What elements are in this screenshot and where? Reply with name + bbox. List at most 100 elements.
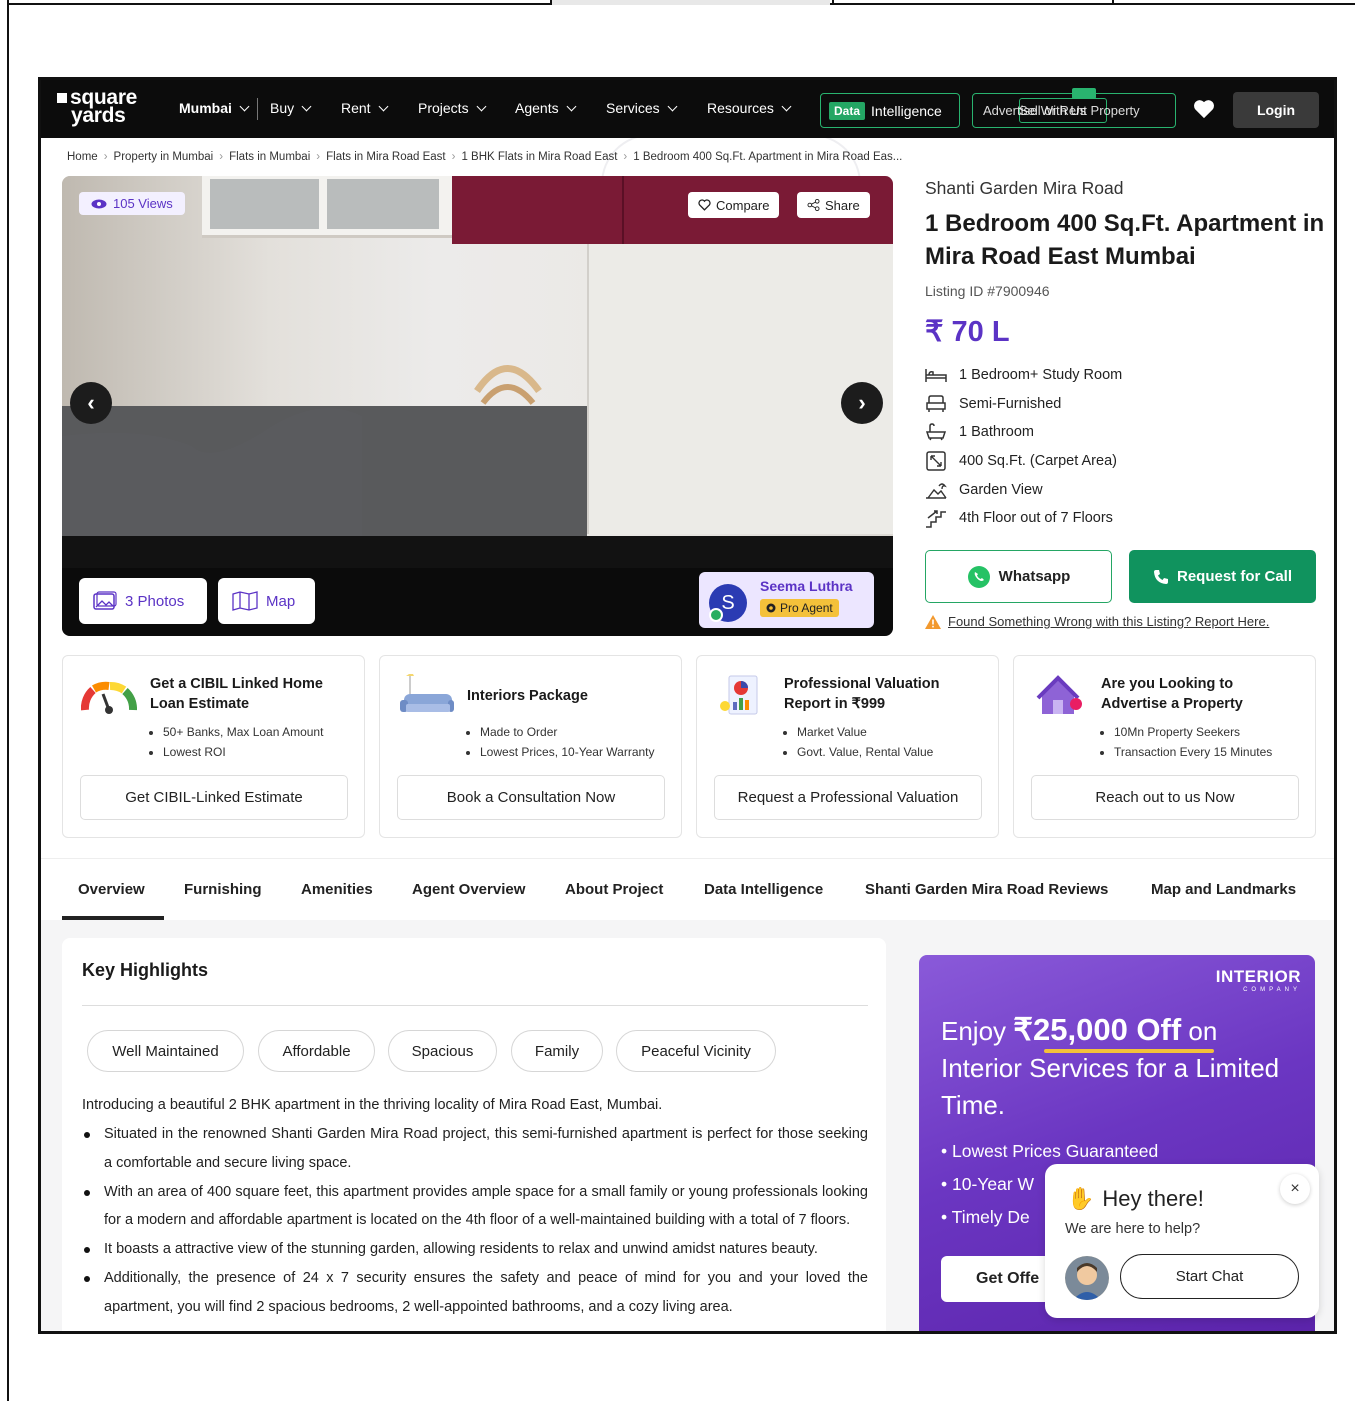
listing-info: Shanti Garden Mira Road 1 Bedroom 400 Sq… <box>925 178 1325 533</box>
project-name[interactable]: Shanti Garden Mira Road <box>925 178 1325 199</box>
highlight-chip: Well Maintained <box>87 1030 244 1072</box>
nav-divider <box>257 98 258 120</box>
waving-hand-icon: ✋ <box>1067 1186 1095 1211</box>
section-tabs: Overview Furnishing Amenities Agent Over… <box>41 858 1334 920</box>
request-valuation-button[interactable]: Request a Professional Valuation <box>714 775 982 820</box>
list-item: It boasts a attractive view of the stunn… <box>82 1235 868 1264</box>
data-intelligence-button[interactable]: Data Intelligence <box>820 93 960 128</box>
feature-floor: 4th Floor out of 7 Floors <box>925 504 1325 533</box>
book-consultation-button[interactable]: Book a Consultation Now <box>397 775 665 820</box>
tab-agent-overview[interactable]: Agent Overview <box>412 881 525 898</box>
feature-area: 400 Sq.Ft. (Carpet Area) <box>925 447 1325 476</box>
feature-bedroom: 1 Bedroom+ Study Room <box>925 361 1325 390</box>
city-selector[interactable]: Mumbai <box>179 100 250 116</box>
listing-id: Listing ID #7900946 <box>925 283 1050 299</box>
wishlist-heart-icon[interactable] <box>1193 99 1215 119</box>
interior-company-logo: INTERIOR COMPANY <box>1215 967 1301 993</box>
whatsapp-status-icon <box>709 608 723 622</box>
pro-agent-badge: Pro Agent <box>760 599 839 617</box>
nav-services[interactable]: Services <box>606 100 678 116</box>
compare-button[interactable]: Compare <box>688 192 780 218</box>
new-flag-icon <box>1072 88 1096 99</box>
feature-view: Garden View <box>925 475 1325 504</box>
interiors-package-card: Interiors Package Made to Order Lowest P… <box>379 655 682 838</box>
breadcrumb-1bhk-mira-road[interactable]: 1 BHK Flats in Mira Road East <box>461 151 617 163</box>
phone-icon <box>1153 569 1168 584</box>
list-item: Additionally, the presence of 24 x 7 sec… <box>82 1264 868 1322</box>
advertise-sell-rent-button[interactable]: Advertise With Us Sell or Rent Property <box>972 88 1176 128</box>
garden-icon <box>925 480 947 500</box>
chat-greeting: ✋ Hey there! <box>1067 1186 1204 1211</box>
highlight-chip: Peaceful Vicinity <box>616 1030 776 1072</box>
map-icon <box>232 591 258 611</box>
photos-button[interactable]: 3 Photos <box>79 578 207 624</box>
next-photo-arrow[interactable]: › <box>841 382 883 424</box>
cibil-estimate-button[interactable]: Get CIBIL-Linked Estimate <box>80 775 348 820</box>
breadcrumb-property-mumbai[interactable]: Property in Mumbai <box>114 151 214 163</box>
whatsapp-button[interactable]: Whatsapp <box>925 550 1112 603</box>
nav-rent[interactable]: Rent <box>341 100 389 116</box>
tab-amenities[interactable]: Amenities <box>301 881 373 898</box>
tab-furnishing[interactable]: Furnishing <box>184 881 262 898</box>
floor-icon <box>925 508 947 529</box>
square-yards-logo[interactable]: square yards <box>57 87 137 126</box>
nav-agents[interactable]: Agents <box>515 100 577 116</box>
feature-list: 1 Bedroom+ Study Room Semi-Furnished 1 B… <box>925 361 1325 533</box>
chat-avatar <box>1065 1256 1109 1300</box>
description-points: Situated in the renowned Shanti Garden M… <box>82 1120 868 1322</box>
share-button[interactable]: Share <box>797 192 870 218</box>
report-chart-icon <box>720 675 758 715</box>
advertise-property-card: Are you Looking to Advertise a Property … <box>1013 655 1316 838</box>
bed-icon <box>925 365 947 385</box>
tab-reviews[interactable]: Shanti Garden Mira Road Reviews <box>865 881 1108 898</box>
gear-icon <box>766 603 776 613</box>
sell-rent-label: Sell or Rent Property <box>1019 103 1140 118</box>
close-icon[interactable]: × <box>1280 1174 1310 1204</box>
breadcrumb-home[interactable]: Home <box>67 151 98 163</box>
gauge-icon <box>81 681 137 714</box>
chat-subtext: We are here to help? <box>1065 1221 1201 1237</box>
start-chat-button[interactable]: Start Chat <box>1120 1254 1299 1299</box>
data-badge: Data <box>829 101 866 120</box>
agent-card[interactable]: S Seema Luthra Pro Agent <box>699 572 874 628</box>
highlight-underline <box>1044 1049 1214 1053</box>
tab-about-project[interactable]: About Project <box>565 881 663 898</box>
highlight-chip: Family <box>511 1030 603 1072</box>
report-listing-link[interactable]: Found Something Wrong with this Listing?… <box>925 614 1269 629</box>
agent-name: Seema Luthra <box>760 578 853 594</box>
request-call-button[interactable]: Request for Call <box>1129 550 1316 603</box>
chevron-down-icon <box>781 101 792 111</box>
login-button[interactable]: Login <box>1233 92 1319 128</box>
reach-out-button[interactable]: Reach out to us Now <box>1031 775 1299 820</box>
top-tab-segment <box>550 0 830 5</box>
breadcrumb: Home › Property in Mumbai › Flats in Mumba… <box>67 151 903 163</box>
page-border-left <box>7 0 9 1401</box>
chevron-down-icon <box>667 101 678 111</box>
nav-resources[interactable]: Resources <box>707 100 792 116</box>
chevron-down-icon <box>301 101 312 111</box>
breadcrumb-flats-mumbai[interactable]: Flats in Mumbai <box>229 151 310 163</box>
property-photo-gallery[interactable]: 105 Views Compare Share ‹ › 3 Photos Map… <box>62 176 893 636</box>
nav-projects[interactable]: Projects <box>418 100 487 116</box>
previous-photo-arrow[interactable]: ‹ <box>70 382 112 424</box>
tab-data-intelligence[interactable]: Data Intelligence <box>704 881 823 898</box>
nav-buy[interactable]: Buy <box>270 100 312 116</box>
top-divider <box>832 0 834 5</box>
warning-icon <box>925 614 941 629</box>
whatsapp-icon <box>967 565 990 588</box>
list-item: With an area of 400 square feet, this ap… <box>82 1178 868 1236</box>
sofa-lamp-icon <box>400 674 454 712</box>
breadcrumb-flats-mira-road[interactable]: Flats in Mira Road East <box>326 151 446 163</box>
chevron-down-icon <box>239 101 250 111</box>
map-button[interactable]: Map <box>218 578 315 624</box>
heart-outline-icon <box>698 199 711 211</box>
area-icon <box>925 451 947 471</box>
sofa-icon <box>925 394 947 414</box>
photos-icon <box>93 591 117 610</box>
feature-furnishing: Semi-Furnished <box>925 390 1325 419</box>
tab-map-landmarks[interactable]: Map and Landmarks <box>1151 881 1296 898</box>
key-highlights-title: Key Highlights <box>82 960 209 980</box>
valuation-report-card: Professional Valuation Report in ₹999 Ma… <box>696 655 999 838</box>
chevron-down-icon <box>378 101 389 111</box>
tab-overview[interactable]: Overview <box>78 881 145 898</box>
